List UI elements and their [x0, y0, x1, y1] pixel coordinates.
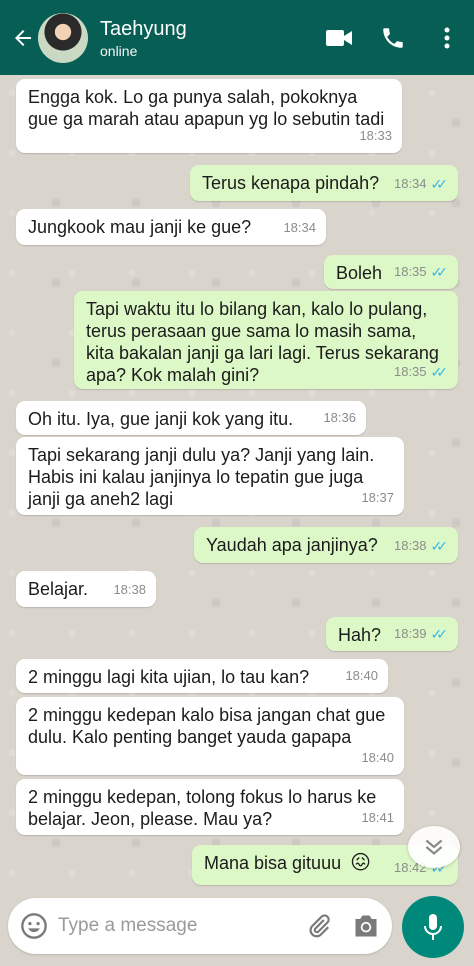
message-meta: 18:39 ✓✓ [394, 623, 448, 645]
message-meta: 18:41 [361, 807, 394, 829]
message-incoming[interactable]: 2 minggu kedepan kalo bisa jangan chat g… [16, 697, 404, 775]
message-meta: 18:34 [283, 217, 316, 239]
message-text: Oh itu. Iya, gue janji kok yang itu. [28, 409, 294, 429]
attach-button[interactable] [306, 912, 332, 940]
message-outgoing[interactable]: Tapi waktu itu lo bilang kan, kalo lo pu… [74, 291, 458, 389]
message-time: 18:40 [361, 750, 394, 765]
read-ticks-icon: ✓✓ [430, 538, 449, 554]
message-text: 2 minggu kedepan kalo bisa jangan chat g… [28, 705, 386, 747]
back-arrow-icon [15, 29, 31, 46]
message-meta: 18:36 [323, 407, 356, 429]
message-text: Tapi sekarang janji dulu ya? Janji yang … [28, 445, 375, 509]
message-incoming[interactable]: 2 minggu lagi kita ujian, lo tau kan? 18… [16, 659, 388, 693]
message-time: 18:34 [283, 220, 316, 235]
chevron-down-icon [425, 839, 443, 855]
message-text: Tapi waktu itu lo bilang kan, kalo lo pu… [86, 299, 439, 385]
message-meta: 18:37 [361, 487, 394, 509]
contact-status: online [100, 42, 138, 59]
message-time: 18:35 [393, 264, 427, 279]
message-time: 18:38 [113, 582, 146, 597]
message-meta: 18:34 ✓✓ [394, 173, 448, 195]
message-time: 18:39 [393, 626, 427, 641]
message-text: Mana bisa gituuu [204, 853, 342, 873]
message-meta: 18:35 ✓✓ [394, 261, 448, 283]
more-vert-icon [444, 27, 450, 48]
message-text: 2 minggu lagi kita ujian, lo tau kan? [28, 667, 310, 687]
message-meta: 18:40 [345, 665, 378, 687]
message-incoming[interactable]: Belajar. 18:38 [16, 571, 156, 607]
message-time: 18:40 [345, 668, 378, 683]
phone-icon [383, 27, 403, 48]
message-time: 18:36 [323, 410, 356, 425]
contact-avatar[interactable] [38, 12, 88, 63]
message-incoming[interactable]: Tapi sekarang janji dulu ya? Janji yang … [16, 437, 404, 515]
message-meta: 18:38 [113, 579, 146, 601]
read-ticks-icon: ✓✓ [430, 626, 449, 642]
voice-record-button[interactable] [402, 896, 464, 958]
message-outgoing[interactable]: Boleh 18:35 ✓✓ [324, 255, 458, 289]
message-text: Terus kenapa pindah? [202, 173, 380, 193]
camera-button[interactable] [352, 913, 380, 939]
confounded-face-emoji: 😖 [350, 852, 371, 874]
message-text: Boleh [336, 263, 383, 283]
message-text: Yaudah apa janjinya? [206, 535, 378, 555]
message-text: Jungkook mau janji ke gue? [28, 217, 252, 237]
message-incoming[interactable]: 2 minggu kedepan, tolong fokus lo harus … [16, 779, 404, 835]
mic-icon [424, 914, 442, 940]
message-list[interactable]: Engga kok. Lo ga punya salah, pokoknya g… [0, 75, 474, 891]
message-input[interactable] [58, 915, 306, 937]
camera-icon [355, 915, 377, 937]
voice-call-button[interactable] [366, 0, 420, 75]
message-time: 18:34 [393, 176, 427, 191]
read-ticks-icon: ✓✓ [430, 176, 449, 192]
message-time: 18:33 [359, 128, 392, 143]
message-text: Engga kok. Lo ga punya salah, pokoknya g… [28, 87, 385, 129]
message-incoming[interactable]: Oh itu. Iya, gue janji kok yang itu. 18:… [16, 401, 366, 435]
scroll-to-bottom-button[interactable] [408, 826, 460, 868]
message-incoming[interactable]: Jungkook mau janji ke gue? 18:34 [16, 209, 326, 245]
message-time: 18:37 [361, 490, 394, 505]
back-button[interactable] [0, 0, 40, 75]
message-outgoing[interactable]: Terus kenapa pindah? 18:34 ✓✓ [190, 165, 458, 201]
message-incoming[interactable]: Engga kok. Lo ga punya salah, pokoknya g… [16, 79, 402, 153]
message-text: Hah? [338, 625, 382, 645]
message-outgoing[interactable]: Yaudah apa janjinya? 18:38 ✓✓ [194, 527, 458, 563]
contact-info[interactable]: Taehyung online [100, 17, 312, 59]
message-meta: 18:33 [359, 125, 392, 147]
message-time: 18:35 [393, 364, 427, 379]
read-ticks-icon: ✓✓ [430, 264, 449, 280]
attach-icon [309, 914, 330, 938]
message-meta: 18:35 ✓✓ [394, 361, 448, 383]
contact-name: Taehyung [100, 17, 187, 40]
message-time: 18:41 [361, 810, 394, 825]
emoji-button[interactable] [20, 912, 48, 940]
message-outgoing[interactable]: Hah? 18:39 ✓✓ [326, 617, 458, 651]
chat-header: Taehyung online [0, 0, 474, 75]
message-meta: 18:38 ✓✓ [394, 535, 448, 557]
message-text: Belajar. [28, 579, 89, 599]
message-text: 2 minggu kedepan, tolong fokus lo harus … [28, 787, 377, 829]
message-meta: 18:40 [361, 747, 394, 769]
read-ticks-icon: ✓✓ [430, 364, 449, 380]
video-call-icon [326, 29, 352, 46]
emoji-icon [21, 913, 47, 939]
more-options-button[interactable] [420, 0, 474, 75]
message-composer [8, 898, 392, 954]
message-time: 18:38 [393, 538, 427, 553]
video-call-button[interactable] [312, 0, 366, 75]
